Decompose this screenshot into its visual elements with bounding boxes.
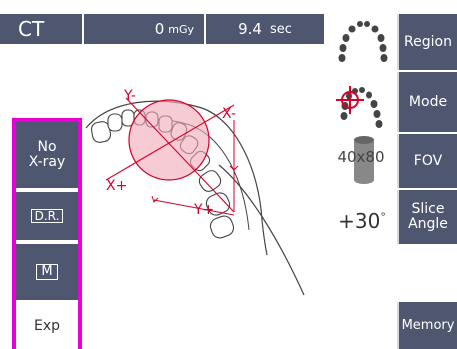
slice-angle-readout: +30° — [334, 209, 390, 233]
arch-region-icon — [338, 21, 388, 62]
slice-angle-label-2: Angle — [408, 216, 448, 232]
degree-unit: ° — [380, 210, 386, 224]
no-xray-button[interactable]: No X-ray — [16, 122, 78, 188]
dose-value: 0 — [154, 20, 165, 38]
dr-button[interactable]: D.R. — [16, 192, 78, 240]
fov-circle — [128, 99, 210, 181]
mode-button[interactable]: Mode — [397, 72, 457, 132]
region-label: Region — [404, 33, 452, 50]
scan-mode-indicator: CT — [0, 14, 82, 44]
x-plus-label: X+ — [106, 178, 127, 194]
left-button-panel: No X-ray D.R. M Exp — [12, 118, 82, 349]
fov-size-readout: 40x80 — [337, 148, 385, 166]
m-label: M — [36, 264, 58, 280]
memory-button[interactable]: Memory — [397, 302, 457, 349]
dose-indicator: 0 mGy — [84, 14, 204, 44]
exposure-time-indicator: 9.4 sec — [206, 14, 324, 44]
fov-button[interactable]: FOV — [397, 134, 457, 188]
time-unit: sec — [269, 21, 292, 37]
fov-label: FOV — [413, 152, 443, 169]
y-minus-label: Y- — [123, 88, 136, 104]
scan-mode-text: CT — [18, 17, 45, 41]
status-bar: CT 0 mGy 9.4 sec — [0, 0, 330, 44]
slice-angle-value: +30 — [338, 209, 381, 233]
memory-label: Memory — [401, 317, 455, 333]
time-value: 9.4 — [238, 20, 262, 38]
m-button[interactable]: M — [16, 244, 78, 300]
exp-label: Exp — [33, 318, 61, 335]
no-xray-label-1: No — [37, 139, 57, 156]
mode-label: Mode — [408, 93, 448, 110]
region-button[interactable]: Region — [397, 14, 457, 70]
slice-angle-button[interactable]: Slice Angle — [397, 190, 457, 244]
y-plus-label: Y+ — [193, 202, 214, 218]
x-minus-label: X- — [222, 106, 236, 122]
arch-mode-target-icon — [336, 86, 383, 128]
no-xray-label-2: X-ray — [28, 154, 66, 170]
slice-angle-label-1: Slice — [411, 201, 445, 218]
dose-unit: mGy — [168, 22, 194, 36]
dr-label: D.R. — [30, 208, 64, 224]
jaw-fov-diagram: Y- X- X+ Y+ — [85, 88, 305, 296]
slice-arrow-left — [151, 195, 159, 203]
exp-button[interactable]: Exp — [16, 304, 78, 349]
